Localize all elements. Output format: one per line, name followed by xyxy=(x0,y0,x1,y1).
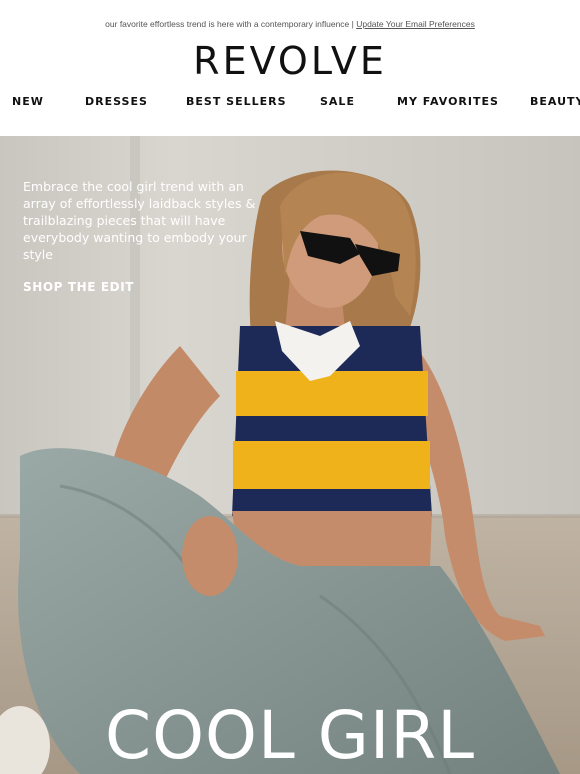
hero-banner[interactable]: Embrace the cool girl trend with an arra… xyxy=(0,136,580,774)
main-nav: NEW DRESSES BEST SELLERS SALE MY FAVORIT… xyxy=(0,95,580,113)
nav-item-beauty[interactable]: BEAUTY xyxy=(530,95,580,108)
nav-item-my-favorites[interactable]: MY FAVORITES xyxy=(397,95,499,108)
hero-description: Embrace the cool girl trend with an arra… xyxy=(23,179,256,262)
nav-item-dresses[interactable]: DRESSES xyxy=(85,95,148,108)
email-preferences-link[interactable]: Update Your Email Preferences xyxy=(356,19,475,29)
nav-item-sale[interactable]: SALE xyxy=(320,95,355,108)
nav-item-best-sellers[interactable]: BEST SELLERS xyxy=(186,95,287,108)
preheader-text: our favorite effortless trend is here wi… xyxy=(105,19,357,29)
preheader: our favorite effortless trend is here wi… xyxy=(0,19,580,29)
hero-title: COOL GIRL xyxy=(105,697,475,774)
nav-item-new[interactable]: NEW xyxy=(12,95,44,108)
revolve-logo[interactable]: REVOLVE xyxy=(0,38,580,84)
shop-the-edit-link[interactable]: SHOP THE EDIT xyxy=(23,280,134,294)
